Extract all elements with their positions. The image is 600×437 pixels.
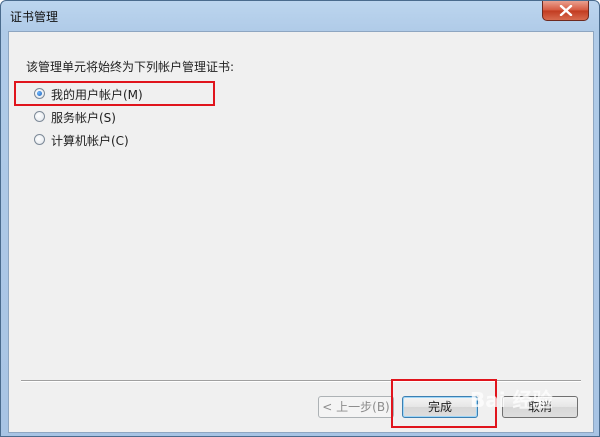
close-icon (559, 5, 573, 16)
radio-button[interactable] (34, 111, 45, 122)
button-separator (21, 380, 581, 382)
watermark: Bai 经验 (470, 388, 553, 412)
radio-button[interactable] (34, 134, 45, 145)
window-title: 证书管理 (10, 10, 59, 24)
highlight-box-option (14, 81, 215, 106)
radio-label: 服务帐户(S) (51, 111, 116, 125)
close-button[interactable] (542, 1, 589, 21)
back-button[interactable]: < 上一步(B) (318, 396, 394, 418)
account-prompt: 该管理单元将始终为下列帐户管理证书: (26, 60, 235, 74)
radio-label: 计算机帐户(C) (51, 134, 129, 148)
title-bar[interactable]: 证书管理 (1, 1, 599, 31)
